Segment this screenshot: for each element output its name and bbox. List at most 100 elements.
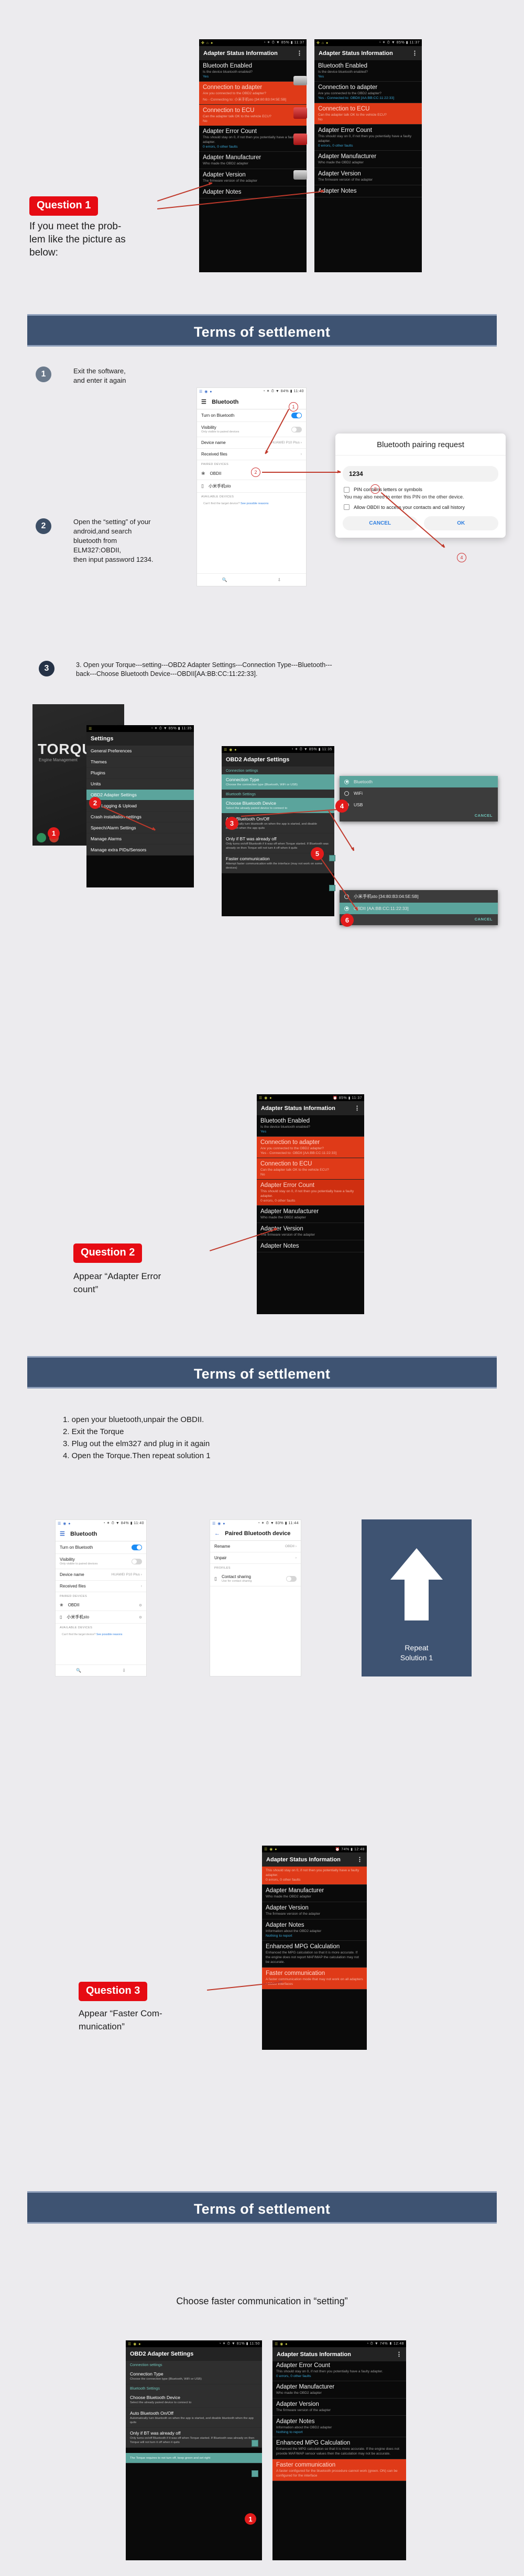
option-xiaomi[interactable]: 小米手机sto [34:80:B3:04:5E:5B] [340,890,498,903]
settings-gear-icon[interactable]: ⚙ [139,1603,142,1607]
overflow-menu-icon[interactable]: ⋮ [412,50,418,57]
status-row-error-count[interactable]: Adapter Error Count This should stay on … [199,126,307,152]
status-row-notes[interactable]: Adapter Notes [257,1240,364,1252]
back-arrow-icon[interactable]: ← [214,1530,220,1537]
status-row-version[interactable]: Adapter Version The firmware version of … [262,1902,367,1919]
profile-contact-sharing[interactable]: ▯ Contact sharing Use for contact sharin… [210,1571,301,1586]
paired-row-unpair[interactable]: Unpair › [210,1552,301,1564]
status-row-notes[interactable]: Adapter Notes Information about the OBD2… [272,2416,406,2437]
status-row-version[interactable]: Adapter Version The firmware version of … [257,1223,364,1240]
search-icon[interactable]: 🔍 [76,1668,81,1673]
status-row-adapter[interactable]: Connection to adapter Are you connected … [257,1137,364,1158]
torque-item-manage-alarms[interactable]: Manage Alarms [86,834,194,845]
bt-row-turn-on[interactable]: Turn on Bluetooth [197,409,306,422]
checkbox-checked-3[interactable] [252,2440,258,2447]
paired-device-xiaomi[interactable]: ▯ 小米手机sto [197,480,306,493]
status-row-faster-communication[interactable]: Faster communication A faster configured… [272,2459,406,2481]
status-row-ecu[interactable]: Connection to ECU Can the adapter talk O… [257,1158,364,1180]
option-wifi[interactable]: WiFi [340,787,498,799]
obd2-row-connection-type[interactable]: Connection Type Choose the connection ty… [222,774,334,790]
search-icon[interactable]: 🔍 [222,578,227,582]
torque-icon-1[interactable] [37,833,46,842]
paired-device-obdii[interactable]: ❀ OBDII ⚙ [56,1600,146,1611]
pin-input[interactable]: 1234 [343,466,498,482]
status-row-manufacturer[interactable]: Adapter Manufacturer Who made the OBD2 a… [199,152,307,169]
overflow-menu-icon[interactable]: ⋮ [354,1105,360,1112]
bluetooth-toggle[interactable] [132,1545,142,1550]
bt-row-received-files[interactable]: Received files › [197,449,306,460]
visibility-toggle[interactable] [132,1558,142,1564]
settings-gear-icon[interactable]: ⚙ [139,1615,142,1619]
obd2-row-choose-bt-device[interactable]: Choose Bluetooth Device Select the alrea… [126,2392,262,2408]
status-row-version[interactable]: Adapter Version The firmware version of … [199,169,307,186]
contact-sharing-toggle[interactable] [286,1575,297,1582]
status-row-error-count[interactable]: Adapter Error Count This should stay on … [257,1180,364,1206]
status-row-ecu[interactable]: Connection to ECU Can the adapter talk O… [314,103,422,125]
checkbox-checked-4[interactable] [252,2470,258,2477]
status-row-error-count[interactable]: Adapter Error Count This should stay on … [272,2361,406,2381]
overflow-menu-icon[interactable]: ⋮ [357,1856,363,1863]
status-row-manufacturer[interactable]: Adapter Manufacturer Who made the OBD2 a… [257,1206,364,1223]
status-row-enhanced-mpg[interactable]: Enhanced MPG Calculation Enhanced the MP… [272,2437,406,2459]
share-icon[interactable]: ⇩ [122,1668,126,1673]
allow-contacts-checkbox[interactable] [344,504,350,510]
checkbox-checked-2[interactable] [329,885,335,891]
ok-button[interactable]: OK [423,516,498,530]
bt-row-turn-on[interactable]: Turn on Bluetooth [56,1541,146,1554]
overflow-menu-icon[interactable]: ⋮ [297,50,302,57]
status-row-error-count[interactable]: Adapter Error Count This should stay on … [314,125,422,151]
bluetooth-toggle[interactable] [291,413,302,418]
cancel-button[interactable]: CANCEL [343,516,418,530]
torque-item-obd2-adapter-settings[interactable]: OBD2 Adapter Settings [86,790,194,801]
obd2-row-connection-type[interactable]: Connection Type Choose the connection ty… [126,2369,262,2384]
share-icon[interactable]: ⇩ [277,578,281,582]
torque-item-general[interactable]: General Preferences [86,746,194,757]
option-usb[interactable]: USB [340,799,498,810]
obd2-row-only-if-bt-off[interactable]: Only if BT was already off Only turns on… [126,2428,262,2448]
status-row-ecu[interactable]: Connection to ECU Can the adapter talk O… [199,105,307,126]
pin-letters-checkbox[interactable] [344,487,350,493]
status-row-bluetooth[interactable]: Bluetooth Enabled Is the device bluetoot… [314,60,422,82]
status-row-bluetooth[interactable]: Bluetooth Enabled Is the device bluetoot… [257,1115,364,1137]
torque-item-plugins[interactable]: Plugins [86,768,194,779]
status-row-bluetooth[interactable]: Bluetooth Enabled Is the device bluetoot… [199,60,307,82]
status-row-manufacturer[interactable]: Adapter Manufacturer Who made the OBD2 a… [262,1885,367,1902]
status-row-manufacturer[interactable]: Adapter Manufacturer Who made the OBD2 a… [314,151,422,168]
torque-item-speech-alarm[interactable]: Speech/Alarm Settings [86,823,194,834]
cancel-button[interactable]: CANCEL [340,810,498,821]
bt-row-received-files[interactable]: Received files › [56,1581,146,1592]
status-row-adapter[interactable]: Connection to adapter Are you connected … [199,82,307,105]
obd2-row-faster-communication[interactable]: The Torque requires to not turn off, kee… [126,2453,262,2463]
obd2-row-choose-bt-device[interactable]: Choose Bluetooth Device Select the alrea… [222,798,334,814]
torque-item-crash-install[interactable]: Crash installation settings [86,812,194,823]
status-row-notes[interactable]: Adapter Notes Information about the OBD2… [262,1919,367,1941]
status-row-enhanced-mpg[interactable]: Enhanced MPG Calculation Enhanced the MP… [262,1941,367,1968]
paired-device-xiaomi[interactable]: ▯ 小米手机sto ⚙ [56,1611,146,1624]
bt-row-device-name[interactable]: Device name HUAWEI P10 Plus › [56,1569,146,1581]
hamburger-icon[interactable]: ☰ [60,1530,66,1537]
option-obdii[interactable]: OBDII [AA:BB:CC:11:22:33] [340,903,498,914]
hint-link[interactable]: See possible reasons [96,1633,123,1636]
paired-row-rename[interactable]: Rename OBDII › [210,1541,301,1552]
status-row-version[interactable]: Adapter Version The firmware version of … [314,168,422,185]
torque-item-manage-pids[interactable]: Manage extra PIDs/Sensors [86,845,194,856]
cancel-button[interactable]: CANCEL [340,914,498,925]
visibility-toggle[interactable] [291,426,302,432]
status-row-version[interactable]: Adapter Version The firmware version of … [272,2399,406,2416]
checkbox-checked-1[interactable] [329,855,335,861]
hint-link[interactable]: See possible reasons [241,502,269,505]
status-row-partial[interactable]: This should stay on 0, if not then you p… [262,1867,367,1885]
torque-item-units[interactable]: Units [86,779,194,790]
status-row-notes[interactable]: Adapter Notes [314,185,422,197]
status-row-faster-communication[interactable]: Faster communication A faster communicat… [262,1968,367,1990]
status-row-manufacturer[interactable]: Adapter Manufacturer Who made the OBD2 a… [272,2381,406,2399]
obd2-row-auto-bt[interactable]: Auto Bluetooth On/Off Automatically turn… [126,2408,262,2428]
status-row-notes[interactable]: Adapter Notes [199,186,307,198]
bt-row-device-name[interactable]: Device name HUAWEI P10 Plus › [197,437,306,449]
torque-item-themes[interactable]: Themes [86,757,194,768]
bt-row-visibility[interactable]: Visibility Only visible to paired device… [56,1554,146,1569]
overflow-menu-icon[interactable]: ⋮ [396,2351,402,2358]
bt-row-visibility[interactable]: Visibility Only visible to paired device… [197,422,306,437]
option-bluetooth[interactable]: Bluetooth [340,776,498,787]
hamburger-icon[interactable]: ☰ [201,398,207,405]
